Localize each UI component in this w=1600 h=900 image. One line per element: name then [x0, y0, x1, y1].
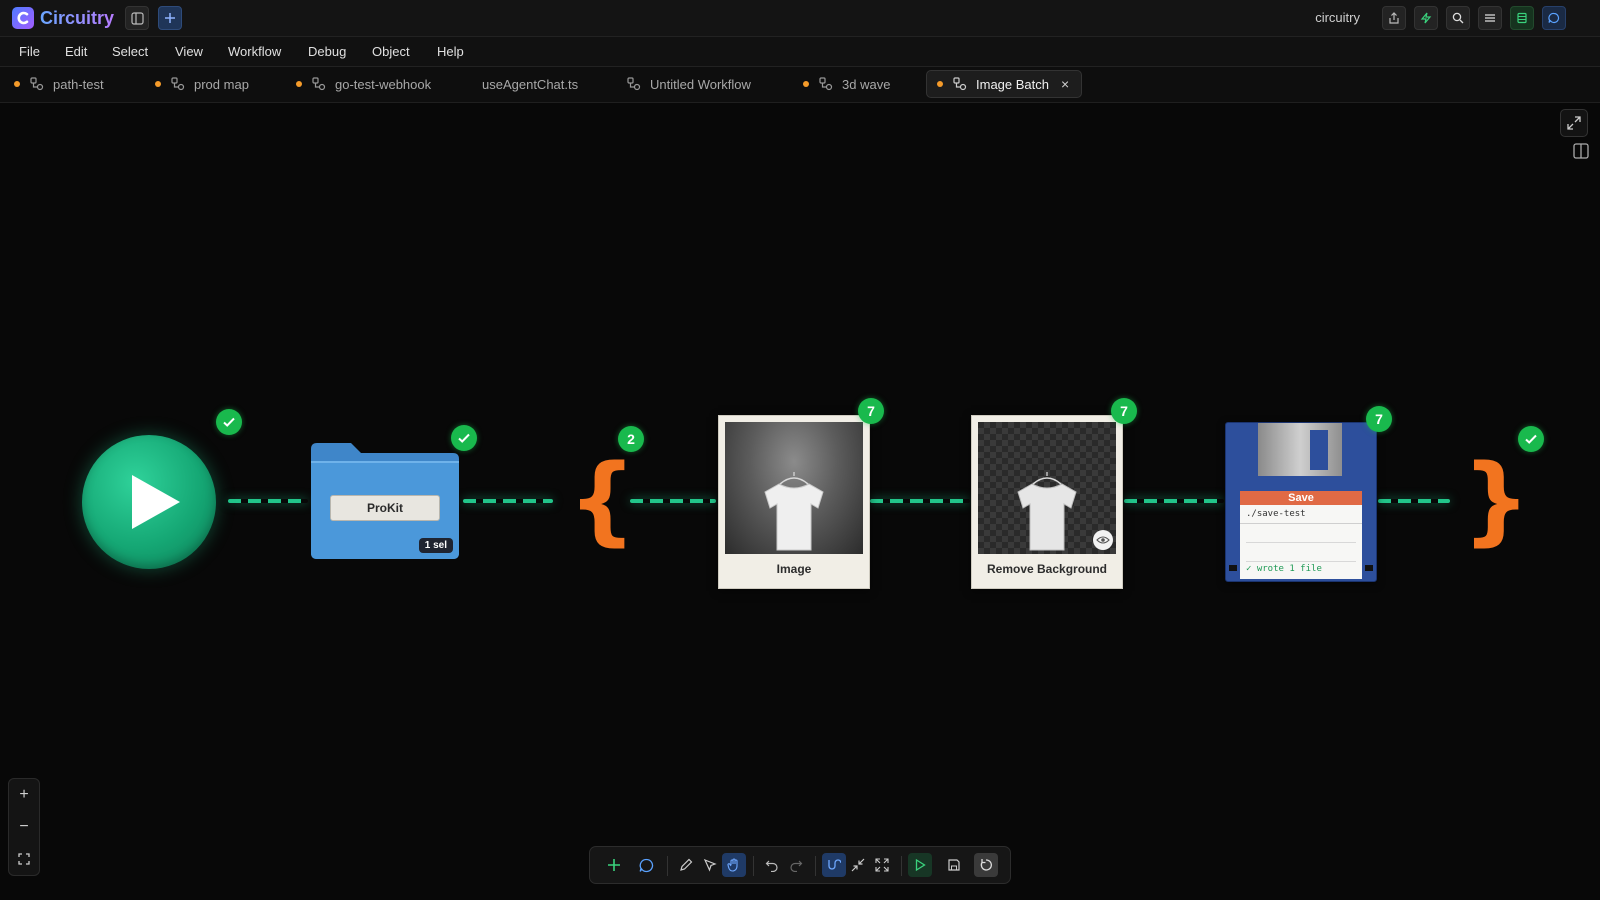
undo-button[interactable] [760, 853, 784, 877]
save-node[interactable]: Save ./save-test ✓ wrote 1 file [1225, 422, 1377, 582]
batch-close-brace[interactable]: } [1462, 452, 1530, 548]
toolbar-separator [901, 856, 902, 876]
canvas-toolbar [589, 846, 1011, 884]
wire-style-button[interactable] [822, 853, 846, 877]
play-icon [915, 858, 926, 872]
folder-node[interactable]: ProKit 1 sel [311, 443, 459, 559]
wire-folder-to-batch [463, 499, 553, 503]
expand-canvas-button[interactable] [1560, 109, 1588, 137]
reset-button[interactable] [974, 853, 998, 877]
toolbar-separator [815, 856, 816, 876]
remove-background-node[interactable]: Remove Background [971, 415, 1123, 589]
batch-count-badge: 2 [618, 426, 644, 452]
collapse-icon [851, 858, 865, 872]
comment-button[interactable] [634, 853, 658, 877]
wire-removebg-to-save [1124, 499, 1224, 503]
tshirt-photo [725, 422, 863, 554]
save-status: ✓ wrote 1 file [1246, 564, 1322, 574]
batch-open-brace[interactable]: { [568, 452, 636, 548]
checkmark-icon [223, 417, 235, 427]
floppy-notch [1365, 565, 1373, 571]
expand-all-icon [875, 858, 889, 872]
floppy-label: Save ./save-test ✓ wrote 1 file [1240, 491, 1362, 579]
redo-button[interactable] [784, 853, 808, 877]
remove-background-count-badge: 7 [1111, 398, 1137, 424]
run-workflow-button[interactable] [908, 853, 932, 877]
batch-status-badge [1518, 426, 1544, 452]
wire-start-to-folder [228, 499, 308, 503]
select-tool-button[interactable] [698, 853, 722, 877]
pencil-icon [680, 858, 693, 871]
start-node[interactable] [82, 435, 216, 569]
collapse-button[interactable] [846, 853, 870, 877]
remove-background-caption: Remove Background [986, 562, 1108, 576]
pan-tool-button[interactable] [722, 853, 746, 877]
plus-icon [608, 859, 620, 871]
add-node-button[interactable] [602, 853, 626, 877]
zoom-in-button[interactable]: + [9, 779, 39, 811]
image-caption: Image [776, 562, 812, 576]
expand-all-button[interactable] [870, 853, 894, 877]
image-count-badge: 7 [858, 398, 884, 424]
image-node[interactable]: Image [718, 415, 870, 589]
zoom-controls: + − [8, 778, 40, 876]
wire-route-icon [828, 859, 841, 870]
save-count-badge: 7 [1366, 406, 1392, 432]
floppy-shutter [1258, 423, 1342, 476]
fit-view-icon [18, 853, 30, 865]
toolbar-separator [753, 856, 754, 876]
play-icon [132, 475, 180, 529]
comment-icon [639, 858, 653, 872]
wire-batch-to-image [630, 499, 716, 503]
selection-count: 1 sel [418, 538, 453, 553]
refresh-icon [980, 859, 992, 871]
expand-icon [1567, 116, 1581, 130]
wire-save-to-end [1378, 499, 1450, 503]
hand-icon [727, 858, 738, 872]
redo-icon [790, 860, 803, 872]
toolbar-separator [667, 856, 668, 876]
start-status-badge [216, 409, 242, 435]
fit-view-button[interactable] [9, 843, 39, 875]
floppy-notch [1229, 565, 1237, 571]
draw-tool-button[interactable] [674, 853, 698, 877]
save-workflow-button[interactable] [942, 853, 966, 877]
folder-status-badge [451, 425, 477, 451]
tshirt-image [764, 472, 824, 551]
label-line [1246, 524, 1356, 543]
checkmark-icon [1525, 434, 1537, 444]
checkmark-icon [458, 433, 470, 443]
zoom-out-button[interactable]: − [9, 811, 39, 843]
save-title: Save [1240, 491, 1362, 505]
preview-eye-icon[interactable] [1093, 530, 1113, 550]
save-icon [948, 859, 960, 871]
workflow-canvas[interactable]: ProKit 1 sel { 2 Image 7 Remove Backgrou… [0, 0, 1600, 797]
save-path: ./save-test [1240, 505, 1362, 524]
cursor-icon [703, 858, 717, 872]
label-line [1246, 543, 1356, 562]
wire-image-to-removebg [870, 499, 970, 503]
folder-label: ProKit [330, 495, 440, 521]
floppy-slot [1310, 430, 1328, 470]
undo-icon [765, 860, 778, 872]
